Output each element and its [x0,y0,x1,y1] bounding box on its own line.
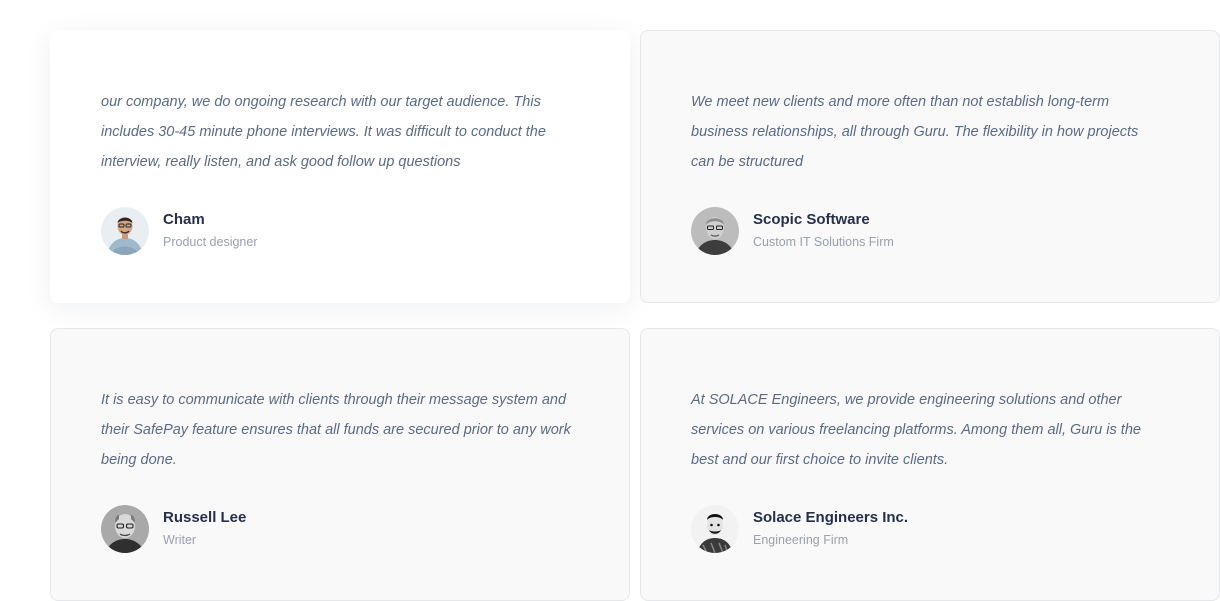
avatar [691,207,739,255]
testimonial-author: Russell Lee Writer [101,505,579,553]
testimonial-author: Scopic Software Custom IT Solutions Firm [691,207,1169,255]
testimonial-quote: We meet new clients and more often than … [691,94,1139,170]
avatar [691,505,739,553]
testimonial-quote: It is easy to communicate with clients t… [101,392,571,468]
avatar [101,505,149,553]
person-photo-icon [691,505,739,553]
person-photo-icon [691,207,739,255]
author-role: Engineering Firm [753,533,849,547]
author-name: Cham [163,211,205,228]
testimonial-author: Solace Engineers Inc. Engineering Firm [691,505,1169,553]
testimonial-card-cham[interactable]: our company, we do ongoing research with… [50,30,630,303]
testimonial-card-russell-lee[interactable]: It is easy to communicate with clients t… [50,328,630,601]
testimonial-quote: our company, we do ongoing research with… [101,94,546,170]
person-photo-icon [101,505,149,553]
author-role: Custom IT Solutions Firm [753,235,894,249]
testimonial-card-scopic[interactable]: We meet new clients and more often than … [640,30,1220,303]
testimonial-author: Cham Product designer [101,207,579,255]
author-name: Solace Engineers Inc. [753,509,909,526]
person-photo-icon [101,207,149,255]
author-role: Writer [163,533,197,547]
avatar [101,207,149,255]
author-name: Russell Lee [163,509,247,526]
author-name: Scopic Software [753,211,870,228]
author-role: Product designer [163,235,258,249]
testimonial-card-solace[interactable]: At SOLACE Engineers, we provide engineer… [640,328,1220,601]
testimonial-quote: At SOLACE Engineers, we provide engineer… [691,392,1141,468]
